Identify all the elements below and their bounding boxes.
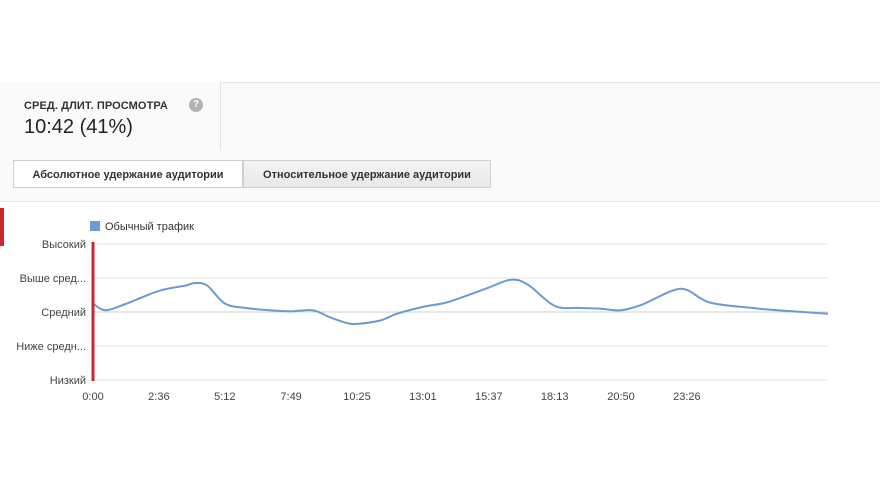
x-tick-label: 10:25	[343, 391, 371, 403]
metric-value: 10:42 (41%)	[24, 116, 133, 138]
question-circle-icon[interactable]: ?	[189, 98, 203, 112]
x-tick-label: 15:37	[475, 391, 503, 403]
retention-chart: Обычный трафик Низкий Ниже средн... Средни…	[0, 202, 880, 416]
legend-label[interactable]: Обычный трафик	[105, 221, 194, 233]
tab-relative-retention[interactable]: Относительное удержание аудитории	[243, 160, 491, 188]
y-tick-label: Высокий	[42, 239, 86, 251]
series-line-regular-traffic	[92, 278, 829, 326]
retention-chart-svg: Обычный трафик Низкий Ниже средн... Средни…	[16, 221, 829, 403]
x-tick-label: 13:01	[409, 391, 437, 403]
y-tick-label: Ниже средн...	[16, 341, 86, 353]
x-tick-label: 7:49	[280, 391, 301, 403]
metric-label: СРЕД. ДЛИТ. ПРОСМОТРА	[24, 100, 168, 112]
legend-swatch[interactable]	[90, 221, 100, 231]
y-tick-label: Низкий	[50, 375, 86, 387]
avg-view-duration-metric: СРЕД. ДЛИТ. ПРОСМОТРА ? 10:42 (41%)	[0, 82, 221, 150]
x-tick-label: 2:36	[148, 391, 169, 403]
x-tick-label: 23:26	[673, 391, 701, 403]
x-tick-label: 18:13	[541, 391, 569, 403]
x-tick-label: 5:12	[214, 391, 235, 403]
tab-absolute-retention[interactable]: Абсолютное удержание аудитории	[13, 160, 243, 188]
y-tick-label: Выше сред...	[20, 273, 86, 285]
y-tick-label: Средний	[41, 307, 86, 319]
x-tick-label: 20:50	[607, 391, 635, 403]
x-tick-label: 0:00	[82, 391, 103, 403]
